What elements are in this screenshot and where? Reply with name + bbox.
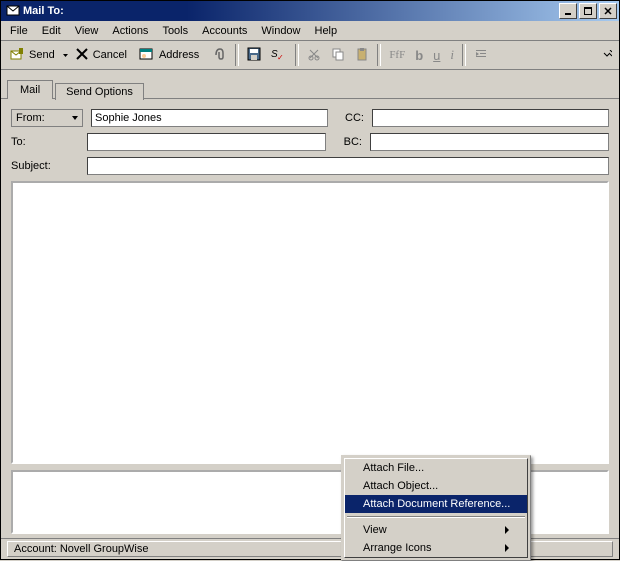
ctx-attach-file[interactable]: Attach File... <box>345 459 527 477</box>
ctx-separator <box>347 516 525 518</box>
address-icon <box>139 47 155 64</box>
menu-tools[interactable]: Tools <box>155 23 195 39</box>
menu-help[interactable]: Help <box>308 23 345 39</box>
menu-view[interactable]: View <box>68 23 106 39</box>
disk-icon <box>247 47 261 64</box>
address-label: Address <box>159 49 199 61</box>
paste-button[interactable] <box>351 44 373 66</box>
ctx-attach-doc-ref[interactable]: Attach Document Reference... <box>345 495 527 513</box>
spellcheck-icon: S✓ <box>271 47 287 64</box>
menu-accounts[interactable]: Accounts <box>195 23 254 39</box>
chevron-down-icon <box>72 116 78 120</box>
subject-label: Subject: <box>11 160 79 172</box>
spellcheck-button[interactable]: S✓ <box>267 44 291 66</box>
menu-actions[interactable]: Actions <box>105 23 155 39</box>
paperclip-icon <box>211 46 227 65</box>
window-controls <box>557 3 617 19</box>
cc-label: CC: <box>336 112 364 124</box>
submenu-arrow-icon <box>505 544 509 552</box>
separator <box>235 44 239 66</box>
header-fields: From: CC: To: BC: Subject: <box>1 99 619 181</box>
bc-label: BC: <box>334 136 362 148</box>
send-dropdown[interactable] <box>63 44 69 66</box>
separator <box>462 44 466 66</box>
indent-icon <box>474 47 488 64</box>
separator <box>377 44 381 66</box>
ctx-arrange-icons[interactable]: Arrange Icons <box>345 539 527 557</box>
subject-input[interactable] <box>87 157 609 175</box>
menu-window[interactable]: Window <box>254 23 307 39</box>
svg-text:✓: ✓ <box>277 53 284 61</box>
italic-button[interactable]: i <box>446 44 458 66</box>
to-label: To: <box>11 136 79 148</box>
ctx-attach-object[interactable]: Attach Object... <box>345 477 527 495</box>
scissors-icon <box>307 47 321 64</box>
save-button[interactable] <box>243 44 265 66</box>
minimize-button[interactable] <box>559 3 577 19</box>
indent-button[interactable] <box>470 44 492 66</box>
window-title: Mail To: <box>23 5 557 17</box>
to-input[interactable] <box>87 133 326 151</box>
send-icon <box>9 46 25 65</box>
cancel-icon <box>75 47 89 64</box>
from-input[interactable] <box>91 109 328 127</box>
tab-mail[interactable]: Mail <box>7 80 53 99</box>
submenu-arrow-icon <box>505 526 509 534</box>
titlebar[interactable]: Mail To: <box>1 1 619 21</box>
paste-icon <box>355 47 369 64</box>
toolbar-overflow[interactable] <box>599 44 615 66</box>
menubar: File Edit View Actions Tools Accounts Wi… <box>1 21 619 41</box>
cc-input[interactable] <box>372 109 609 127</box>
underline-button[interactable]: u <box>429 44 444 66</box>
font-icon: FfF <box>389 49 405 61</box>
cut-button[interactable] <box>303 44 325 66</box>
copy-icon <box>331 47 345 64</box>
send-button[interactable]: Send <box>5 44 61 66</box>
font-button[interactable]: FfF <box>385 44 409 66</box>
send-label: Send <box>29 49 55 61</box>
cancel-label: Cancel <box>93 49 127 61</box>
close-button[interactable] <box>599 3 617 19</box>
message-body[interactable] <box>11 181 609 464</box>
copy-button[interactable] <box>327 44 349 66</box>
menu-edit[interactable]: Edit <box>35 23 68 39</box>
italic-icon: i <box>450 47 454 63</box>
context-menu: Attach File... Attach Object... Attach D… <box>341 455 531 561</box>
from-label[interactable]: From: <box>11 109 83 127</box>
bold-button[interactable]: b <box>411 44 427 66</box>
app-icon <box>3 3 23 20</box>
address-button[interactable]: Address <box>135 44 205 66</box>
separator <box>295 44 299 66</box>
tab-strip: Mail Send Options <box>1 70 619 99</box>
bold-icon: b <box>415 48 423 63</box>
maximize-button[interactable] <box>579 3 597 19</box>
attach-button[interactable] <box>207 44 231 66</box>
mail-window: Mail To: File Edit View Actions Tools Ac… <box>0 0 620 560</box>
tab-send-options[interactable]: Send Options <box>55 83 144 100</box>
menu-file[interactable]: File <box>3 23 35 39</box>
cancel-button[interactable]: Cancel <box>71 44 133 66</box>
underline-icon: u <box>433 48 440 63</box>
bc-input[interactable] <box>370 133 609 151</box>
ctx-view[interactable]: View <box>345 521 527 539</box>
toolbar: Send Cancel Address S✓ FfF b u i <box>1 41 619 70</box>
